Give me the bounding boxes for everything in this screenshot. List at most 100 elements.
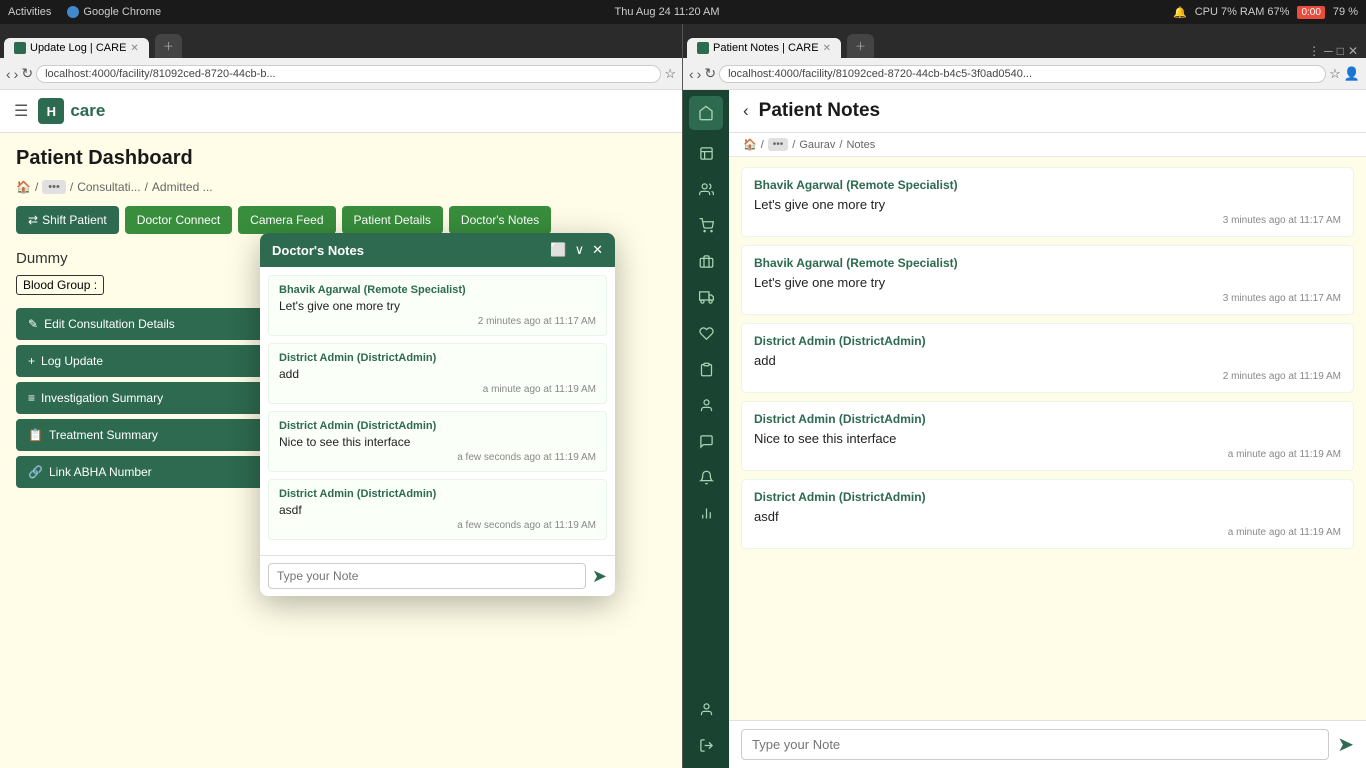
pn-note-text-1: Let's give one more try: [754, 197, 1341, 212]
modal-note-item-3: District Admin (DistrictAdmin) Nice to s…: [268, 411, 607, 472]
pn-note-author-3: District Admin (DistrictAdmin): [754, 334, 1341, 348]
pn-note-time-4: a minute ago at 11:19 AM: [754, 449, 1341, 460]
plus-icon: +: [28, 354, 35, 368]
right-window: Patient Notes | CARE ✕ ＋ ⋮ ─ □ ✕ ‹ › ↻ l…: [683, 24, 1366, 768]
left-forward-btn[interactable]: ›: [14, 66, 19, 82]
timer-badge: 0:00: [1297, 6, 1324, 19]
right-refresh-btn[interactable]: ↻: [704, 65, 716, 82]
right-tab-active[interactable]: Patient Notes | CARE ✕: [687, 38, 841, 58]
right-bookmark-btn[interactable]: ☆: [1329, 66, 1341, 82]
right-address-bar[interactable]: localhost:4000/facility/81092ced-8720-44…: [719, 65, 1326, 83]
modal-minimize-btn[interactable]: ⬜: [550, 242, 566, 258]
modal-note-time-1: 2 minutes ago at 11:17 AM: [279, 316, 596, 327]
pn-sep1: /: [761, 139, 764, 151]
right-profile-btn[interactable]: 👤: [1344, 66, 1360, 82]
pn-note-1: Bhavik Agarwal (Remote Specialist) Let's…: [741, 167, 1354, 237]
modal-note-input[interactable]: [268, 563, 586, 589]
cpu-ram-info: CPU 7% RAM 67%: [1195, 6, 1290, 18]
sidebar-chat-icon[interactable]: [689, 424, 723, 458]
shift-patient-btn[interactable]: ⇄ Shift Patient: [16, 206, 119, 234]
pn-note-time-5: a minute ago at 11:19 AM: [754, 527, 1341, 538]
dummy-label: Dummy: [16, 250, 68, 267]
link-abha-btn[interactable]: 🔗 Link ABHA Number: [16, 456, 296, 488]
edit-icon: ✎: [28, 317, 38, 331]
pn-note-time-1: 3 minutes ago at 11:17 AM: [754, 215, 1341, 226]
right-page: ‹ Patient Notes 🏠 / ••• / Gaurav / Notes: [683, 90, 1366, 768]
blood-group-badge: Blood Group :: [16, 275, 104, 295]
investigation-summary-btn[interactable]: ≡ Investigation Summary: [16, 382, 296, 414]
treatment-summary-btn[interactable]: 📋 Treatment Summary: [16, 419, 296, 451]
tab-close-right[interactable]: ✕: [823, 43, 831, 54]
pn-note-5: District Admin (DistrictAdmin) asdf a mi…: [741, 479, 1354, 549]
breadcrumb-sep3: /: [145, 180, 148, 194]
right-tab-bar: Patient Notes | CARE ✕ ＋ ⋮ ─ □ ✕: [683, 24, 1366, 58]
pn-note-text-5: asdf: [754, 509, 1341, 524]
right-care-favicon: [697, 42, 709, 54]
sidebar-briefcase-icon[interactable]: [689, 244, 723, 278]
sidebar-person-icon[interactable]: [689, 388, 723, 422]
sidebar-cart-icon[interactable]: [689, 208, 723, 242]
left-refresh-btn[interactable]: ↻: [21, 65, 33, 82]
pn-note-3: District Admin (DistrictAdmin) add 2 min…: [741, 323, 1354, 393]
edit-consultation-btn[interactable]: ✎ Edit Consultation Details: [16, 308, 296, 340]
pn-send-btn[interactable]: ➤: [1337, 732, 1354, 757]
right-maximize-btn[interactable]: □: [1337, 44, 1344, 58]
sidebar-logout-icon[interactable]: [689, 728, 723, 762]
sidebar-notes-icon[interactable]: [689, 136, 723, 170]
camera-feed-btn[interactable]: Camera Feed: [238, 206, 335, 234]
pn-note-text-4: Nice to see this interface: [754, 431, 1341, 446]
doctors-notes-modal: Doctor's Notes ⬜ ∨ ✕ Bhavik Aga: [260, 233, 615, 596]
right-back-btn[interactable]: ‹: [689, 66, 694, 82]
back-btn[interactable]: ‹: [743, 101, 749, 121]
right-minimize-btn[interactable]: ─: [1324, 44, 1333, 58]
right-close-btn[interactable]: ✕: [1348, 44, 1358, 58]
sidebar-user-icon[interactable]: [689, 692, 723, 726]
breadcrumb-dots: •••: [42, 180, 66, 194]
clipboard-icon: 📋: [28, 428, 43, 442]
datetime: Thu Aug 24 11:20 AM: [615, 6, 720, 18]
modal-close-btn[interactable]: ✕: [592, 242, 603, 258]
notes-list-container: Bhavik Agarwal (Remote Specialist) Let's…: [729, 157, 1366, 720]
pn-note-2: Bhavik Agarwal (Remote Specialist) Let's…: [741, 245, 1354, 315]
system-top-bar: Activities Google Chrome Thu Aug 24 11:2…: [0, 0, 1366, 24]
modal-header: Doctor's Notes ⬜ ∨ ✕: [260, 233, 615, 267]
modal-notes-list: Bhavik Agarwal (Remote Specialist) Let's…: [260, 267, 615, 555]
care-sidebar: [683, 90, 729, 768]
left-tab-active[interactable]: Update Log | CARE ✕: [4, 38, 149, 58]
modal-note-time-2: a minute ago at 11:19 AM: [279, 384, 596, 395]
hamburger-icon[interactable]: ☰: [14, 101, 28, 121]
right-dots-btn[interactable]: ⋮: [1308, 44, 1320, 58]
breadcrumb-item2: Consultati...: [77, 180, 140, 194]
sidebar-chart-icon[interactable]: [689, 496, 723, 530]
modal-chevron-btn[interactable]: ∨: [575, 242, 585, 258]
pn-note-input[interactable]: [741, 729, 1329, 760]
modal-send-btn[interactable]: ➤: [592, 566, 607, 587]
modal-footer: ➤: [260, 555, 615, 596]
pn-note-text-2: Let's give one more try: [754, 275, 1341, 290]
doctor-connect-btn[interactable]: Doctor Connect: [125, 206, 232, 234]
sidebar-bell-icon[interactable]: [689, 460, 723, 494]
pn-note-author-5: District Admin (DistrictAdmin): [754, 490, 1341, 504]
add-tab-left[interactable]: ＋: [155, 34, 182, 58]
sidebar-heart-icon[interactable]: [689, 316, 723, 350]
right-forward-btn[interactable]: ›: [697, 66, 702, 82]
sidebar-clipboard-icon[interactable]: [689, 352, 723, 386]
tab-close-left[interactable]: ✕: [130, 43, 138, 54]
pn-note-time-2: 3 minutes ago at 11:17 AM: [754, 293, 1341, 304]
add-tab-right[interactable]: ＋: [847, 34, 874, 58]
left-back-btn[interactable]: ‹: [6, 66, 11, 82]
left-window: Update Log | CARE ✕ ＋ ‹ › ↻ localhost:40…: [0, 24, 683, 768]
modal-note-author-4: District Admin (DistrictAdmin): [279, 488, 596, 500]
left-tab-bar: Update Log | CARE ✕ ＋: [0, 24, 682, 58]
left-bookmark-btn[interactable]: ☆: [664, 66, 676, 82]
sidebar-car-icon[interactable]: [689, 280, 723, 314]
doctors-notes-btn[interactable]: Doctor's Notes: [449, 206, 551, 234]
sidebar-home-icon[interactable]: [689, 96, 723, 130]
pn-gaurav: Gaurav: [799, 139, 835, 151]
log-update-btn[interactable]: + Log Update: [16, 345, 296, 377]
left-page: ☰ H care Patient Dashboard 🏠 / ••• / Con…: [0, 90, 682, 768]
pn-footer: ➤: [729, 720, 1366, 768]
patient-details-btn[interactable]: Patient Details: [342, 206, 443, 234]
sidebar-users-icon[interactable]: [689, 172, 723, 206]
left-address-bar[interactable]: localhost:4000/facility/81092ced-8720-44…: [36, 65, 661, 83]
